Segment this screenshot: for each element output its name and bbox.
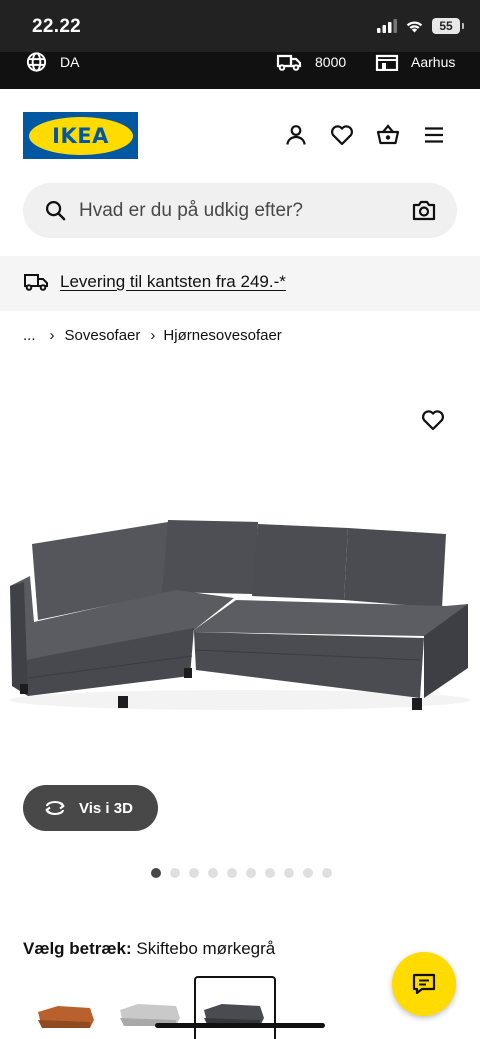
delivery-truck-icon (24, 274, 48, 291)
delivery-info-link[interactable]: Levering til kantsten fra 249.-* (60, 272, 286, 292)
carousel-dot[interactable] (322, 868, 332, 878)
chat-button[interactable] (392, 952, 456, 1016)
store-icon (375, 54, 399, 71)
fabric-value: Skiftebo mørkegrå (136, 939, 276, 958)
basket-icon[interactable] (376, 123, 400, 147)
chevron-right-icon: › (49, 327, 55, 344)
search-input[interactable]: Hvad er du på udkig efter? (79, 200, 303, 222)
swatch-lightgrey-sofa[interactable] (112, 976, 192, 1039)
postcode-label: 8000 (315, 54, 347, 70)
store-label: Aarhus (411, 54, 456, 70)
header-actions (284, 123, 446, 147)
search-icon (45, 200, 66, 221)
delivery-truck-icon (276, 54, 302, 71)
globe-icon (26, 52, 47, 72)
chevron-right-icon: › (150, 327, 156, 344)
top-utility-strip: DA 8000 Aarhus (0, 52, 480, 89)
swatch-thumbnail (120, 1004, 180, 1026)
store-selector[interactable]: Aarhus (375, 52, 455, 72)
add-to-favourites-icon[interactable] (421, 409, 445, 431)
breadcrumb: ... › Sovesofaer › Hjørnesovesofaer (23, 327, 282, 344)
postcode-selector[interactable]: 8000 (276, 52, 346, 72)
language-selector[interactable]: DA (25, 52, 79, 72)
status-time: 22.22 (32, 16, 82, 37)
carousel-dot[interactable] (227, 868, 237, 878)
carousel-dot[interactable] (265, 868, 275, 878)
signal-icon (377, 19, 397, 33)
wifi-icon (406, 21, 423, 33)
status-icons: 55 (377, 18, 464, 34)
carousel-dot[interactable] (151, 868, 161, 878)
swatch-thumbnail (204, 1004, 264, 1026)
carousel-dot[interactable] (246, 868, 256, 878)
logo-text: IKEA (52, 123, 109, 148)
search-bar[interactable]: Hvad er du på udkig efter? (23, 183, 457, 238)
carousel-dot[interactable] (189, 868, 199, 878)
menu-icon[interactable] (422, 123, 446, 147)
chat-bubble-icon (412, 973, 436, 995)
home-indicator (155, 1023, 325, 1028)
swatch-orange-sofa[interactable] (28, 976, 108, 1039)
delivery-banner: Levering til kantsten fra 249.-* (0, 256, 480, 311)
fabric-label: Vælg betræk: (23, 939, 132, 958)
carousel-dot[interactable] (284, 868, 294, 878)
carousel-dot[interactable] (303, 868, 313, 878)
battery-indicator: 55 (432, 18, 464, 34)
logo-ellipse: IKEA (28, 116, 133, 155)
language-label: DA (60, 54, 80, 70)
product-image-gallery[interactable] (0, 360, 480, 850)
camera-icon[interactable] (412, 200, 436, 221)
status-bar: 22.22 55 (0, 0, 480, 52)
swatch-darkgrey-sofa-selected[interactable] (194, 976, 276, 1039)
user-icon[interactable] (284, 123, 308, 147)
fabric-selector-heading: Vælg betræk: Skiftebo mørkegrå (23, 939, 275, 959)
view-in-3d-label: Vis i 3D (79, 799, 133, 817)
view-in-3d-button[interactable]: Vis i 3D (23, 785, 158, 831)
rotate-3d-icon (45, 801, 65, 815)
breadcrumb-ellipsis[interactable]: ... (23, 327, 36, 344)
heart-icon[interactable] (330, 123, 354, 147)
image-carousel-indicator (151, 868, 332, 878)
breadcrumb-item-hjornesovesofaer[interactable]: Hjørnesovesofaer (163, 327, 281, 344)
breadcrumb-item-sovesofaer[interactable]: Sovesofaer (65, 327, 141, 344)
product-image-corner-sofa (10, 520, 470, 710)
ikea-logo[interactable]: IKEA (23, 112, 138, 159)
swatch-thumbnail (38, 1006, 94, 1028)
carousel-dot[interactable] (208, 868, 218, 878)
carousel-dot[interactable] (170, 868, 180, 878)
site-header: IKEA Hvad er du på udkig efter? (0, 89, 480, 255)
